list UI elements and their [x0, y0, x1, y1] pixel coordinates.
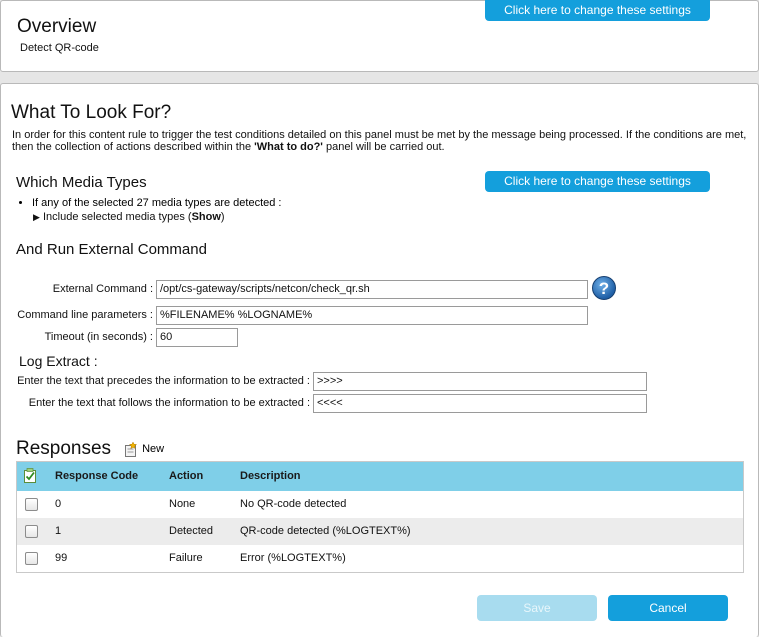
new-response-button[interactable]: New [124, 440, 165, 457]
table-header: Response Code Action Description [17, 462, 743, 491]
follows-input[interactable] [313, 394, 647, 413]
save-button[interactable]: Save [477, 595, 597, 621]
response-code-cell: 1 [55, 525, 62, 537]
command-params-input[interactable] [156, 306, 588, 325]
include-text-end: ) [220, 211, 225, 223]
look-for-description-line1: In order for this content rule to trigge… [12, 129, 747, 141]
timeout-input[interactable] [156, 328, 238, 347]
new-response-label: New [142, 443, 165, 455]
description-text: then the collection of actions described… [12, 141, 255, 153]
description-cell: No QR-code detected [240, 498, 347, 510]
overview-change-settings-button[interactable]: Click here to change these settings [485, 0, 710, 21]
external-command-input[interactable] [156, 280, 588, 299]
description-cell: QR-code detected (%LOGTEXT%) [240, 525, 411, 537]
look-for-description-line2: then the collection of actions described… [12, 141, 752, 153]
media-types-include-line: ▶ Include selected media types (Show) [33, 211, 225, 223]
external-command-label: External Command : [52, 283, 153, 295]
media-types-title: Which Media Types [16, 174, 147, 191]
triangle-right-icon: ▶ [33, 212, 40, 222]
table-row[interactable]: 1 Detected QR-code detected (%LOGTEXT%) [17, 518, 743, 545]
media-types-list: If any of the selected 27 media types ar… [18, 197, 282, 209]
checkbox-icon[interactable] [25, 498, 38, 511]
follows-label: Enter the text that follows the informat… [28, 397, 310, 409]
show-link[interactable]: Show [192, 211, 221, 223]
what-to-do-reference: 'What to do?' [254, 141, 323, 153]
action-cell: Failure [169, 552, 203, 564]
command-params-label: Command line parameters : [17, 309, 153, 321]
response-code-cell: 99 [55, 552, 68, 564]
responses-title: Responses [16, 438, 112, 459]
precedes-input[interactable] [313, 372, 647, 391]
responses-table: Response Code Action Description 0 None … [16, 461, 744, 573]
media-types-change-settings-button[interactable]: Click here to change these settings [485, 171, 710, 192]
new-item-icon [125, 440, 138, 457]
action-cell: Detected [169, 525, 214, 537]
media-types-bullet: If any of the selected 27 media types ar… [32, 197, 282, 209]
column-action[interactable]: Action [169, 462, 203, 491]
overview-subtitle: Detect QR-code [20, 42, 99, 54]
column-description[interactable]: Description [240, 462, 301, 491]
external-command-title: And Run External Command [16, 241, 207, 258]
overview-panel: Overview Detect QR-code Click here to ch… [0, 0, 759, 72]
media-types-bullet-text: If any of the selected 27 media types ar… [32, 197, 282, 209]
action-cell: None [169, 498, 196, 510]
checkbox-icon[interactable] [25, 525, 38, 538]
table-row[interactable]: 0 None No QR-code detected [17, 491, 743, 518]
timeout-label: Timeout (in seconds) : [44, 331, 153, 343]
cancel-button[interactable]: Cancel [608, 595, 728, 621]
checkbox-icon[interactable] [25, 552, 38, 565]
column-response-code[interactable]: Response Code [55, 462, 138, 491]
response-code-cell: 0 [55, 498, 62, 510]
log-extract-title: Log Extract : [19, 353, 98, 369]
look-for-title: What To Look For? [11, 102, 172, 123]
precedes-label: Enter the text that precedes the informa… [17, 375, 310, 387]
include-text: Include selected media types ( [42, 211, 192, 223]
description-text-end: panel will be carried out. [322, 141, 445, 153]
help-icon[interactable]: ? [592, 276, 616, 300]
overview-title: Overview [17, 16, 97, 37]
table-row[interactable]: 99 Failure Error (%LOGTEXT%) [17, 545, 743, 572]
checklist-icon[interactable] [23, 468, 38, 484]
description-cell: Error (%LOGTEXT%) [240, 552, 346, 564]
